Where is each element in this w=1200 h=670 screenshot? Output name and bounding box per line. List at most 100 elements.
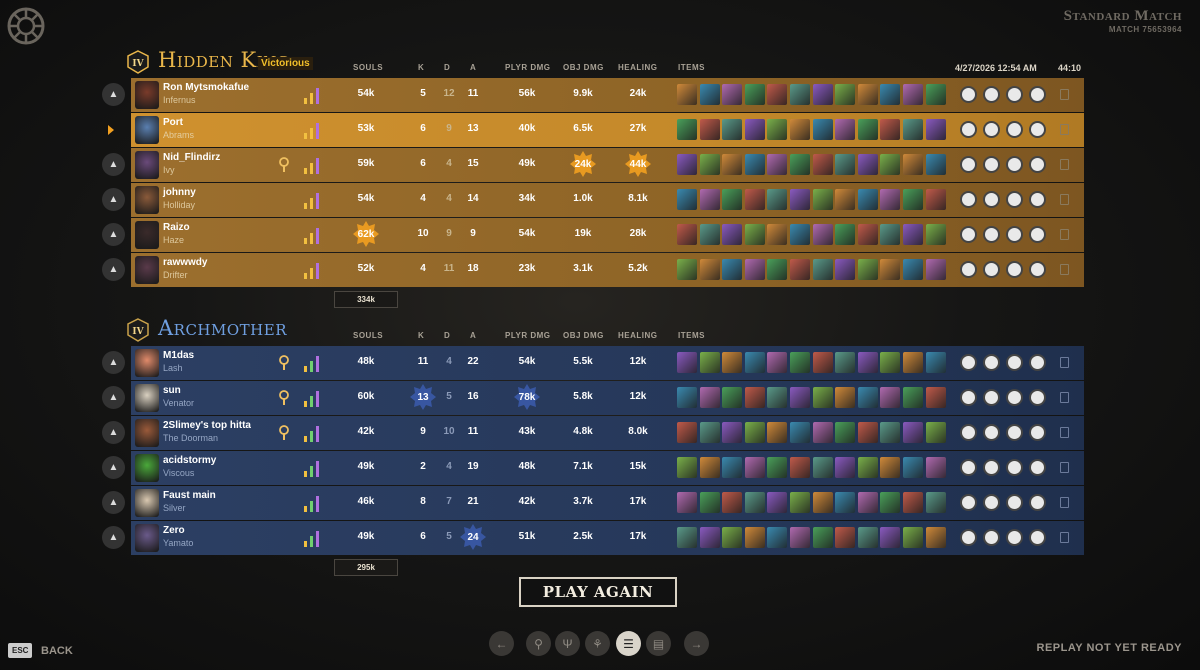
item-slot[interactable] (880, 224, 901, 245)
ability-upgrade-icon[interactable] (1006, 354, 1023, 371)
item-slot[interactable] (790, 189, 810, 210)
player-row[interactable]: Port Abrams 53k 6 9 13 40k 6.5k 27k (131, 113, 1084, 147)
player-row[interactable]: 2Slimey's top hitta The Doorman 42k 9 10 11 43… (131, 416, 1084, 450)
item-slot[interactable] (744, 119, 765, 140)
item-slot[interactable] (812, 492, 833, 513)
item-slot[interactable] (880, 457, 901, 478)
item-slot[interactable] (857, 352, 878, 373)
item-slot[interactable] (790, 224, 810, 245)
item-slot[interactable] (722, 457, 743, 478)
item-slot[interactable] (835, 422, 856, 443)
play-again-button[interactable]: PLAY AGAIN (519, 577, 677, 607)
item-slot[interactable] (880, 527, 901, 548)
item-slot[interactable] (835, 224, 856, 245)
item-slot[interactable] (880, 84, 901, 105)
item-slot[interactable] (925, 457, 946, 478)
item-slot[interactable] (699, 527, 720, 548)
item-slot[interactable] (722, 189, 743, 210)
ability-upgrade-icon[interactable] (1006, 86, 1023, 103)
item-slot[interactable] (835, 154, 856, 175)
item-slot[interactable] (677, 119, 697, 140)
tab-tree[interactable]: ⚘ (585, 631, 610, 656)
item-slot[interactable] (903, 84, 923, 105)
ability-upgrade-icon[interactable] (983, 494, 1000, 511)
ability-upgrade-icon[interactable] (1006, 121, 1023, 138)
ability-upgrade-icon[interactable] (1006, 459, 1023, 476)
ability-upgrade-icon[interactable] (1029, 226, 1046, 243)
item-slot[interactable] (835, 352, 856, 373)
commend-button[interactable]: ▲ (102, 188, 125, 211)
item-slot[interactable] (857, 259, 878, 280)
item-slot[interactable] (722, 119, 743, 140)
commend-button[interactable]: ▲ (102, 421, 125, 444)
commend-button[interactable]: ▲ (102, 386, 125, 409)
player-row[interactable]: Ron Mytsmokafue Infernus 54k 5 12 11 56k 9.9k 24… (131, 78, 1084, 112)
item-slot[interactable] (903, 119, 923, 140)
item-slot[interactable] (880, 119, 901, 140)
item-slot[interactable] (744, 527, 765, 548)
player-row[interactable]: M1das Lash 48k 11 4 22 54k 5.5k 12k (131, 346, 1084, 380)
item-slot[interactable] (744, 224, 765, 245)
copy-icon[interactable] (1060, 229, 1069, 240)
item-slot[interactable] (722, 259, 743, 280)
ability-upgrade-icon[interactable] (1006, 424, 1023, 441)
item-slot[interactable] (722, 224, 743, 245)
player-row[interactable]: Nid_Flindirz Ivy 59k 6 4 15 49k 24k 44k (131, 148, 1084, 182)
commend-button[interactable]: ▲ (102, 456, 125, 479)
item-slot[interactable] (812, 387, 833, 408)
item-slot[interactable] (790, 84, 810, 105)
ability-upgrade-icon[interactable] (983, 191, 1000, 208)
item-slot[interactable] (722, 352, 743, 373)
ability-upgrade-icon[interactable] (983, 226, 1000, 243)
back-button[interactable]: BACK (41, 645, 73, 657)
item-slot[interactable] (722, 84, 743, 105)
item-slot[interactable] (835, 387, 856, 408)
item-slot[interactable] (677, 457, 697, 478)
item-slot[interactable] (835, 259, 856, 280)
commend-button[interactable]: ▲ (102, 491, 125, 514)
item-slot[interactable] (857, 527, 878, 548)
tab-trophy[interactable]: ⚲ (526, 631, 551, 656)
ability-upgrade-icon[interactable] (1029, 121, 1046, 138)
item-slot[interactable] (812, 224, 833, 245)
commend-button[interactable]: ▲ (102, 258, 125, 281)
item-slot[interactable] (857, 422, 878, 443)
item-slot[interactable] (790, 492, 810, 513)
item-slot[interactable] (767, 352, 788, 373)
tab-stats[interactable]: ▤ (646, 631, 671, 656)
prev-page-button[interactable]: ← (489, 631, 514, 656)
copy-icon[interactable] (1060, 462, 1069, 473)
item-slot[interactable] (744, 84, 765, 105)
item-slot[interactable] (880, 492, 901, 513)
item-slot[interactable] (790, 259, 810, 280)
copy-icon[interactable] (1060, 497, 1069, 508)
item-slot[interactable] (880, 352, 901, 373)
item-slot[interactable] (903, 259, 923, 280)
item-slot[interactable] (812, 259, 833, 280)
item-slot[interactable] (812, 422, 833, 443)
item-slot[interactable] (677, 527, 697, 548)
ability-upgrade-icon[interactable] (960, 156, 977, 173)
item-slot[interactable] (903, 352, 923, 373)
item-slot[interactable] (677, 492, 697, 513)
item-slot[interactable] (835, 492, 856, 513)
item-slot[interactable] (925, 387, 946, 408)
item-slot[interactable] (744, 154, 765, 175)
player-row[interactable]: acidstormy Viscous 49k 2 4 19 48k 7.1k 15k (131, 451, 1084, 485)
ability-upgrade-icon[interactable] (1006, 261, 1023, 278)
item-slot[interactable] (767, 457, 788, 478)
copy-icon[interactable] (1060, 357, 1069, 368)
ability-upgrade-icon[interactable] (960, 86, 977, 103)
item-slot[interactable] (925, 422, 946, 443)
item-slot[interactable] (699, 457, 720, 478)
item-slot[interactable] (699, 422, 720, 443)
player-row[interactable]: Raizo Haze 62k 10 9 9 54k 19k 28k (131, 218, 1084, 252)
player-row[interactable]: johnny Holliday 54k 4 4 14 34k 1.0k 8.1k (131, 183, 1084, 217)
ability-upgrade-icon[interactable] (960, 226, 977, 243)
ability-upgrade-icon[interactable] (983, 261, 1000, 278)
ability-upgrade-icon[interactable] (1029, 494, 1046, 511)
copy-icon[interactable] (1060, 194, 1069, 205)
item-slot[interactable] (677, 422, 697, 443)
item-slot[interactable] (903, 422, 923, 443)
item-slot[interactable] (677, 352, 697, 373)
